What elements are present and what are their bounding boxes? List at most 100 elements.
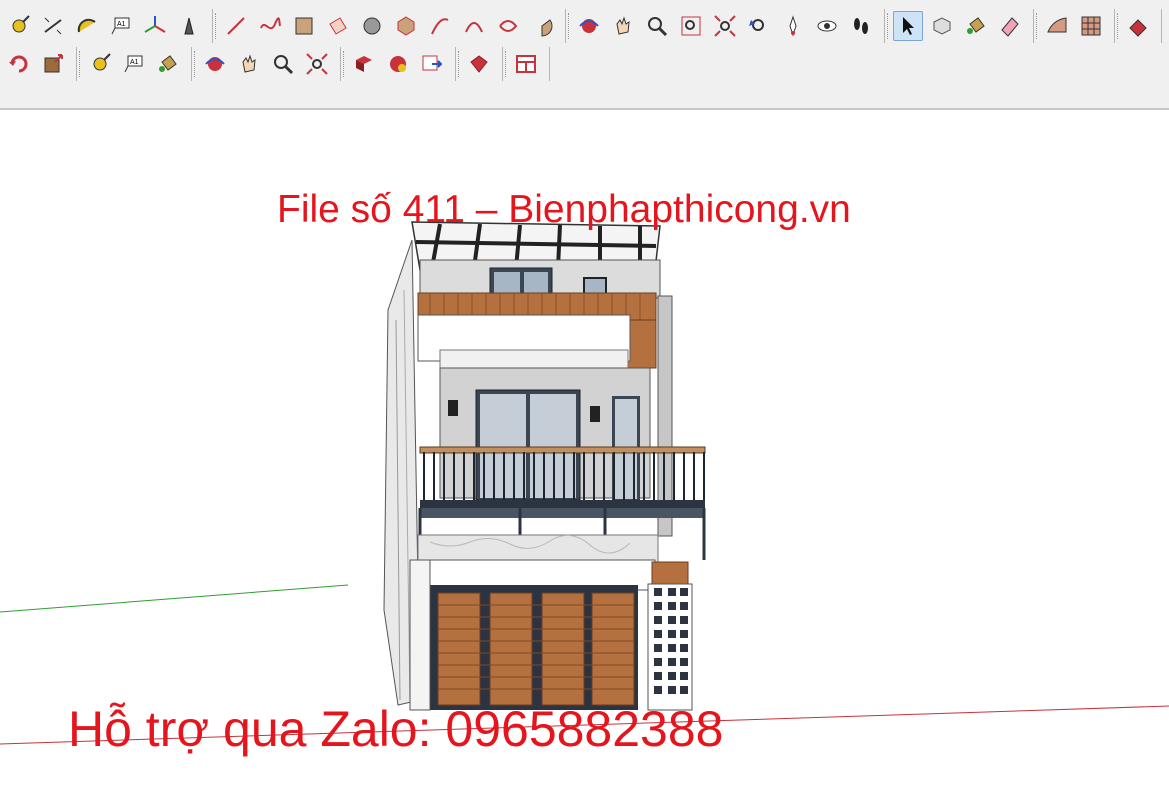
protractor-button[interactable] <box>72 11 102 41</box>
svg-text:A1: A1 <box>130 59 139 66</box>
toolbar-row-2: A1 <box>0 46 554 82</box>
rectangle-button[interactable] <box>289 11 319 41</box>
toolbar-group-camera <box>568 9 885 43</box>
three-point-arc-button[interactable] <box>493 11 523 41</box>
text-label-icon: A1 <box>124 55 143 73</box>
text-label-button[interactable]: A1 <box>106 11 136 41</box>
orbit-button[interactable] <box>574 11 604 41</box>
zoom-window-button[interactable] <box>676 11 706 41</box>
walk-button[interactable] <box>846 11 876 41</box>
rotated-rectangle-icon <box>329 17 347 35</box>
ruby-console-button[interactable] <box>464 49 494 79</box>
share-component-icon <box>390 56 406 72</box>
position-camera-icon <box>789 15 797 37</box>
previous-view-icon <box>749 19 764 31</box>
send-to-layout-button[interactable] <box>511 49 541 79</box>
three-point-arc-icon <box>499 20 518 32</box>
push-pull-icon <box>44 54 63 73</box>
paint-bucket-button[interactable] <box>961 11 991 41</box>
tape-measure-icon <box>12 15 30 33</box>
zoom-icon <box>648 17 668 37</box>
position-camera-button[interactable] <box>778 11 808 41</box>
text-label-button[interactable]: A1 <box>119 49 149 79</box>
polygon-button[interactable] <box>391 11 421 41</box>
look-around-icon <box>817 20 837 32</box>
3d-text-button[interactable] <box>174 11 204 41</box>
zoom-extents-button[interactable] <box>302 49 332 79</box>
walk-icon <box>854 18 868 34</box>
make-component-button[interactable] <box>927 11 957 41</box>
paint-bucket-icon <box>967 17 985 34</box>
pie-icon <box>541 19 553 37</box>
select-button[interactable] <box>893 11 923 41</box>
zoom-extents-button[interactable] <box>710 11 740 41</box>
circle-button[interactable] <box>357 11 387 41</box>
pan-button[interactable] <box>234 49 264 79</box>
dimension-icon <box>44 17 62 35</box>
arc-icon <box>431 18 449 35</box>
zoom-extents-icon <box>306 53 328 75</box>
share-component-button[interactable] <box>383 49 413 79</box>
dimension-button[interactable] <box>38 11 68 41</box>
orbit-button[interactable] <box>200 49 230 79</box>
toolbar-group-drawing <box>215 9 566 43</box>
sandbox-contours-icon <box>1047 17 1067 33</box>
tape-measure-icon <box>93 53 111 71</box>
3d-text-icon <box>184 17 194 35</box>
rotated-rectangle-button[interactable] <box>323 11 353 41</box>
toolbar-row-1: A1 <box>0 8 1166 44</box>
3d-warehouse-button[interactable] <box>349 49 379 79</box>
tape-measure-button[interactable] <box>4 11 34 41</box>
rotate-button[interactable] <box>4 49 34 79</box>
sandbox-contours-button[interactable] <box>1042 11 1072 41</box>
toolbar-area: A1 A1 <box>0 0 1169 110</box>
orbit-icon <box>579 19 599 33</box>
two-point-arc-icon <box>465 22 483 33</box>
paint-bucket-icon <box>159 55 177 72</box>
toolbar-group-sandbox <box>1036 9 1115 43</box>
paint-bucket-button[interactable] <box>153 49 183 79</box>
model-viewport[interactable]: File số 411 – Bienphapthicong.vn Hỗ trợ … <box>0 110 1169 800</box>
tape-measure-button[interactable] <box>85 49 115 79</box>
stamp-button[interactable] <box>1123 11 1153 41</box>
svg-text:A1: A1 <box>117 21 126 28</box>
pan-icon <box>616 16 630 35</box>
3d-warehouse-icon <box>356 56 372 72</box>
eraser-button[interactable] <box>995 11 1025 41</box>
arc-button[interactable] <box>425 11 455 41</box>
freehand-button[interactable] <box>255 11 285 41</box>
extension-warehouse-button[interactable] <box>417 49 447 79</box>
polygon-icon <box>397 16 415 36</box>
zoom-button[interactable] <box>268 49 298 79</box>
toolbar-group-principal <box>887 9 1034 43</box>
previous-view-button[interactable] <box>744 11 774 41</box>
sandbox-scratch-icon <box>1081 16 1101 36</box>
line-icon <box>227 17 245 35</box>
axes-button[interactable] <box>140 11 170 41</box>
pan-icon <box>242 54 256 73</box>
toolbar-group-misc <box>1117 9 1162 43</box>
pie-button[interactable] <box>527 11 557 41</box>
zoom-button[interactable] <box>642 11 672 41</box>
eraser-icon <box>1001 17 1019 37</box>
stamp-icon <box>1129 19 1147 37</box>
axes-icon <box>144 16 166 33</box>
toolbar-group-ruby <box>458 47 503 81</box>
line-button[interactable] <box>221 11 251 41</box>
zoom-extents-icon <box>714 15 736 37</box>
text-label-icon: A1 <box>111 17 130 35</box>
select-icon <box>903 17 914 35</box>
toolbar-group-camera-2 <box>194 47 341 81</box>
pan-button[interactable] <box>608 11 638 41</box>
send-to-layout-icon <box>516 55 536 73</box>
freehand-icon <box>260 17 281 30</box>
two-point-arc-button[interactable] <box>459 11 489 41</box>
support-overlay-text: Hỗ trợ qua Zalo: 0965882388 <box>68 701 724 757</box>
rotate-icon <box>9 55 28 73</box>
circle-icon <box>363 17 381 35</box>
zoom-window-icon <box>681 16 701 36</box>
orbit-icon <box>205 57 225 71</box>
push-pull-button[interactable] <box>38 49 68 79</box>
sandbox-scratch-button[interactable] <box>1076 11 1106 41</box>
look-around-button[interactable] <box>812 11 842 41</box>
